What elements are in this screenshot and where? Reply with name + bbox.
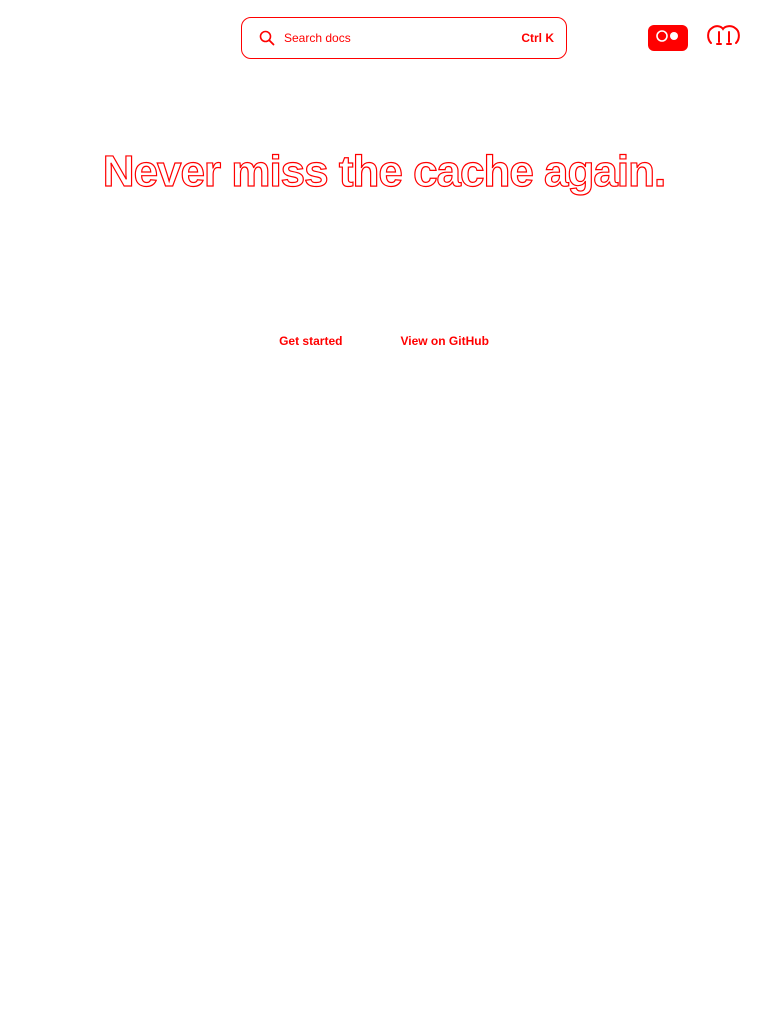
get-started-button[interactable]: Get started bbox=[273, 330, 348, 352]
search-shortcut: Ctrl K bbox=[521, 31, 554, 45]
page: Search docs Ctrl K Never miss the cache … bbox=[0, 0, 768, 1024]
search-icon bbox=[258, 29, 276, 47]
theme-toggle-icon bbox=[654, 28, 682, 49]
github-icon bbox=[705, 23, 743, 54]
search-placeholder: Search docs bbox=[284, 31, 351, 45]
view-on-github-button[interactable]: View on GitHub bbox=[394, 330, 494, 352]
hero-title: Never miss the cache again. bbox=[102, 146, 667, 196]
cta-row: Get started View on GitHub bbox=[0, 330, 768, 352]
github-button[interactable] bbox=[704, 24, 744, 52]
theme-toggle-button[interactable] bbox=[648, 25, 688, 51]
search-input[interactable]: Search docs Ctrl K bbox=[241, 17, 567, 59]
